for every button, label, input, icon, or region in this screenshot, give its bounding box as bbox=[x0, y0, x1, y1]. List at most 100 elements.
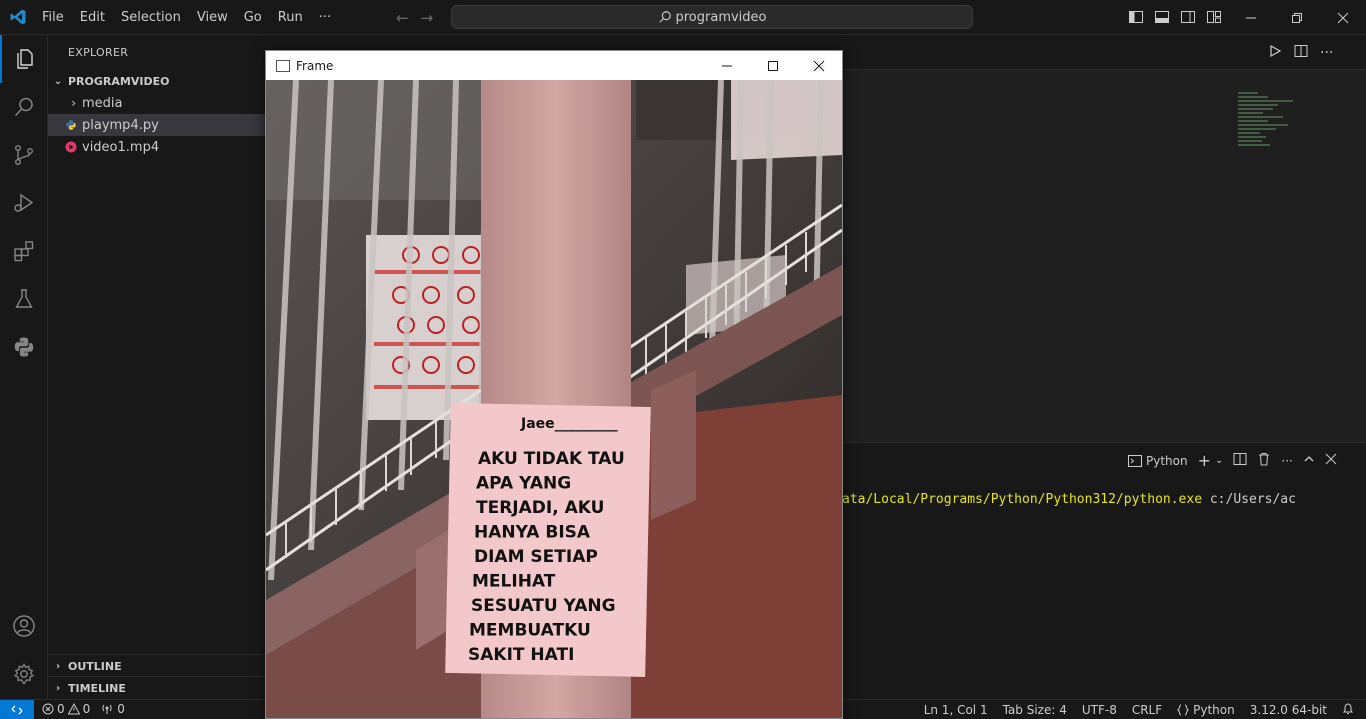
bell-icon[interactable] bbox=[1342, 702, 1354, 718]
frame-maximize-button[interactable] bbox=[750, 51, 796, 80]
terminal-icon bbox=[1128, 454, 1142, 467]
video-frame: Jaee_________ AKU TIDAK TAU APA YANG TERJA… bbox=[266, 80, 842, 718]
terminal-actions: Python + ⌄ ··· bbox=[1128, 451, 1337, 470]
broadcast-icon bbox=[102, 704, 112, 714]
menu-go[interactable]: Go bbox=[236, 10, 270, 25]
frame-title-bar[interactable]: Frame bbox=[266, 51, 842, 80]
minimize-button[interactable] bbox=[1228, 0, 1274, 35]
maximize-panel-icon[interactable] bbox=[1303, 453, 1315, 468]
menu-edit[interactable]: Edit bbox=[72, 10, 113, 25]
toggle-panel-icon[interactable] bbox=[1154, 9, 1170, 25]
minimize-icon bbox=[722, 65, 732, 66]
frame-minimize-button[interactable] bbox=[704, 51, 750, 80]
timeline-section[interactable]: › TIMELINE bbox=[48, 676, 266, 699]
encoding[interactable]: UTF-8 bbox=[1082, 703, 1117, 717]
poster-header: Jaee_________ bbox=[520, 416, 618, 432]
customize-layout-icon[interactable] bbox=[1206, 9, 1222, 25]
menu-selection[interactable]: Selection bbox=[113, 10, 189, 25]
minimap[interactable] bbox=[1238, 92, 1308, 162]
editor-actions: ··· bbox=[1268, 44, 1333, 62]
outline-section[interactable]: › OUTLINE bbox=[48, 654, 266, 677]
close-icon bbox=[813, 60, 825, 71]
manage-activity[interactable] bbox=[0, 650, 48, 698]
menu-run[interactable]: Run bbox=[270, 10, 311, 25]
terminal-name: Python bbox=[1146, 453, 1188, 468]
poster-line: MELIHAT bbox=[472, 572, 556, 592]
accounts-activity[interactable] bbox=[0, 602, 48, 650]
python-interpreter[interactable]: 3.12.0 64-bit bbox=[1250, 703, 1327, 717]
terminal-output[interactable]: ata/Local/Programs/Python/Python312/pyth… bbox=[842, 492, 1296, 507]
split-terminal-icon[interactable] bbox=[1233, 452, 1247, 469]
menu-file[interactable]: File bbox=[34, 10, 72, 25]
menu-more[interactable]: ··· bbox=[311, 10, 339, 25]
back-arrow-icon[interactable]: ← bbox=[396, 9, 421, 27]
tree-item-label: media bbox=[82, 95, 123, 111]
problems-indicator[interactable]: 0 0 bbox=[42, 702, 90, 716]
restore-button[interactable] bbox=[1274, 0, 1320, 35]
tab-size[interactable]: Tab Size: 4 bbox=[1003, 703, 1067, 717]
new-terminal-icon[interactable]: + bbox=[1198, 451, 1211, 470]
status-left: 0 0 0 bbox=[42, 702, 125, 716]
command-center-label: programvideo bbox=[675, 9, 767, 25]
remote-indicator[interactable] bbox=[0, 700, 34, 719]
tree-item-playmp4[interactable]: playmp4.py bbox=[48, 114, 266, 136]
folder-header[interactable]: ⌄ PROGRAMVIDEO bbox=[48, 70, 266, 92]
menu-view[interactable]: View bbox=[189, 10, 236, 25]
split-editor-icon[interactable] bbox=[1294, 44, 1308, 62]
source-control-activity[interactable] bbox=[0, 131, 48, 179]
tree-item-media[interactable]: › media bbox=[48, 92, 266, 114]
chevron-down-icon[interactable]: ⌄ bbox=[1215, 455, 1223, 466]
python-file-icon bbox=[48, 119, 82, 131]
trash-icon[interactable] bbox=[1257, 452, 1271, 469]
explorer-activity[interactable] bbox=[0, 35, 48, 83]
tree-item-video1[interactable]: video1.mp4 bbox=[48, 136, 266, 158]
close-icon bbox=[1337, 12, 1349, 23]
poster-line: SESUATU YANG bbox=[471, 596, 616, 616]
files-icon bbox=[17, 49, 33, 69]
menu-bar: File Edit Selection View Go Run ··· bbox=[34, 0, 339, 35]
python-activity[interactable] bbox=[0, 323, 48, 371]
command-center[interactable]: programvideo bbox=[451, 5, 973, 29]
more-actions-icon[interactable]: ··· bbox=[1281, 454, 1292, 468]
extensions-activity[interactable] bbox=[0, 227, 48, 275]
warning-icon bbox=[67, 703, 80, 715]
language-label: Python bbox=[1193, 703, 1235, 717]
close-button[interactable] bbox=[1320, 0, 1366, 35]
python-icon bbox=[14, 337, 34, 357]
cursor-position[interactable]: Ln 1, Col 1 bbox=[924, 703, 988, 717]
outline-label: OUTLINE bbox=[68, 659, 122, 673]
layout-controls bbox=[1128, 9, 1222, 25]
vscode-logo-icon bbox=[10, 9, 26, 25]
run-debug-icon bbox=[14, 193, 34, 212]
terminal-selector[interactable]: Python bbox=[1128, 454, 1188, 468]
poster-line: TERJADI, AKU bbox=[476, 498, 604, 518]
end-of-line[interactable]: CRLF bbox=[1132, 703, 1162, 717]
language-mode[interactable]: Python bbox=[1177, 703, 1235, 717]
gear-icon bbox=[14, 663, 34, 685]
ports-indicator[interactable]: 0 bbox=[100, 702, 125, 716]
more-actions-icon[interactable]: ··· bbox=[1320, 45, 1333, 61]
run-icon[interactable] bbox=[1268, 44, 1282, 62]
source-control-icon bbox=[15, 145, 33, 166]
restore-icon bbox=[1292, 12, 1302, 23]
remote-icon bbox=[11, 705, 23, 714]
activity-bar bbox=[0, 35, 48, 699]
explorer-sidebar: EXPLORER ⌄ PROGRAMVIDEO › media playmp4.… bbox=[48, 35, 266, 699]
poster-line: AKU TIDAK TAU bbox=[478, 449, 625, 469]
toggle-primary-sidebar-icon[interactable] bbox=[1128, 9, 1144, 25]
search-activity[interactable] bbox=[0, 83, 48, 131]
flask-icon bbox=[15, 289, 33, 308]
poster-line: HANYA BISA bbox=[474, 523, 591, 543]
testing-activity[interactable] bbox=[0, 275, 48, 323]
video-file-icon bbox=[48, 141, 82, 153]
close-panel-icon[interactable] bbox=[1325, 453, 1337, 468]
explorer-title: EXPLORER bbox=[68, 46, 129, 59]
toggle-secondary-sidebar-icon[interactable] bbox=[1180, 9, 1196, 25]
folder-name: PROGRAMVIDEO bbox=[68, 74, 170, 88]
run-debug-activity[interactable] bbox=[0, 179, 48, 227]
frame-close-button[interactable] bbox=[796, 51, 842, 80]
poster-line: DIAM SETIAP bbox=[474, 547, 598, 567]
tree-item-label: video1.mp4 bbox=[82, 139, 160, 155]
terminal-command-arg: c:/Users/ac bbox=[1202, 492, 1296, 507]
forward-arrow-icon[interactable]: → bbox=[421, 9, 446, 27]
